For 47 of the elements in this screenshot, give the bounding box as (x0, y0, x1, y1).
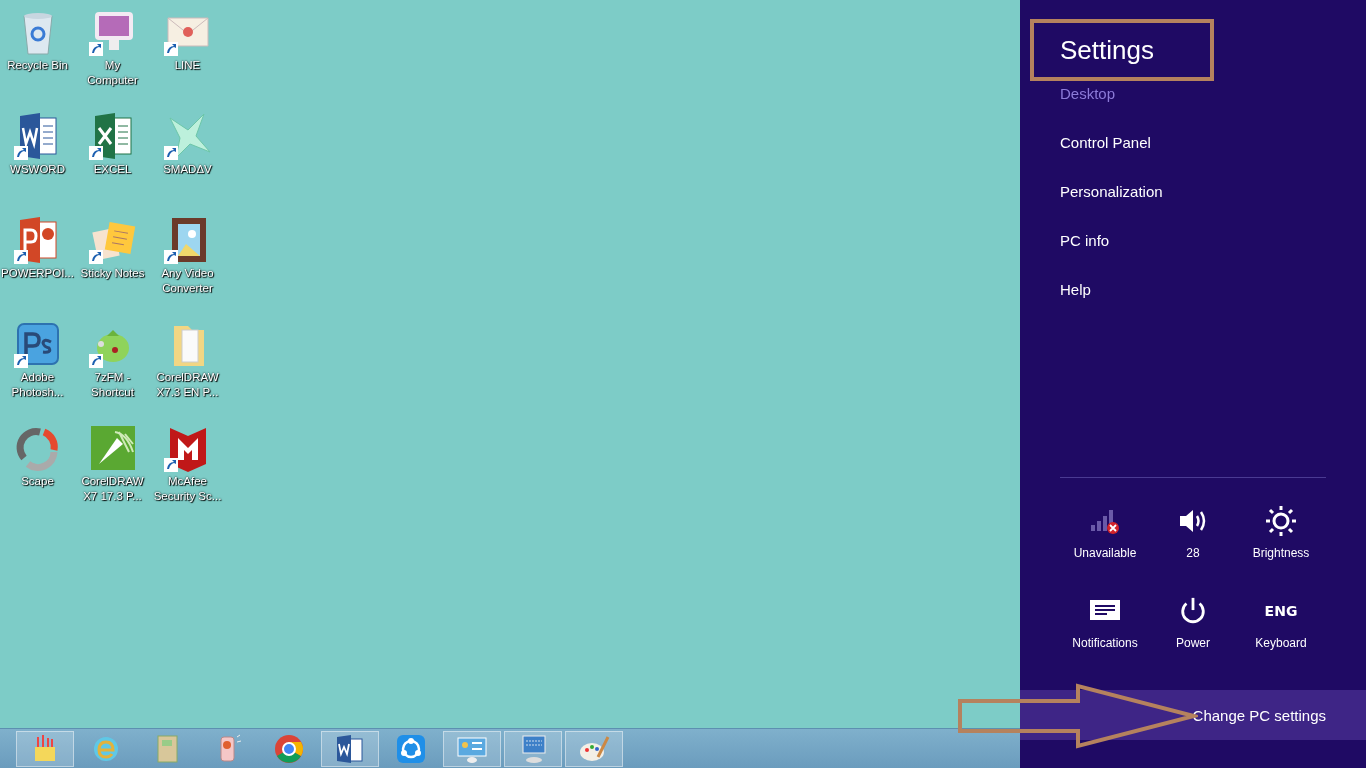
icon-label[interactable]: POWERPOI... (1, 266, 74, 281)
icon-label[interactable]: My Computer (87, 58, 138, 88)
icon-label[interactable]: Scape (21, 474, 54, 489)
tile-label: Notifications (1072, 636, 1138, 650)
change-settings-link[interactable]: Change PC settings (1020, 690, 1366, 740)
icon-label[interactable]: WSWORD (10, 162, 65, 177)
panel-subtitle: Desktop (1060, 85, 1117, 102)
panel-title: Settings (1060, 34, 1154, 66)
menu-item[interactable]: Control Panel (1060, 134, 1366, 151)
message-icon (1090, 600, 1120, 622)
menu-item[interactable]: PC info (1060, 232, 1366, 249)
star-icon[interactable] (163, 112, 212, 160)
tile-label: Unavailable (1073, 546, 1137, 560)
pen-nib-icon[interactable] (88, 424, 137, 472)
language-indicator: ENG (1264, 603, 1298, 619)
icon-label[interactable]: SMADΔV (163, 162, 212, 177)
quick-setting-tile[interactable]: Power (1149, 594, 1237, 684)
tile-label: Power (1176, 636, 1210, 650)
icon-label[interactable]: 7zFM - Shortcut (91, 370, 134, 400)
photoshop-icon[interactable] (13, 320, 62, 368)
quick-setting-tile[interactable]: ENG Keyboard (1237, 594, 1325, 684)
quick-setting-tile[interactable]: Unavailable (1061, 504, 1149, 594)
tile-label: Brightness (1252, 546, 1310, 560)
icon-label[interactable]: Sticky Notes (80, 266, 145, 281)
menu-item[interactable]: Personalization (1060, 183, 1366, 200)
quick-setting-tile[interactable]: Brightness (1237, 504, 1325, 594)
tile-label: 28 (1186, 546, 1200, 560)
taskbar-button[interactable] (504, 730, 562, 767)
icon-label[interactable]: LINE (174, 58, 201, 73)
tile-label: Keyboard (1255, 636, 1307, 650)
word-icon (334, 732, 366, 765)
brightness-icon (1265, 505, 1297, 537)
icon-label[interactable]: McAfee Security Sc... (153, 474, 222, 504)
signal-error-icon (1089, 507, 1121, 535)
chrome-icon (273, 732, 305, 765)
share-icon (395, 732, 427, 765)
quick-setting-tile[interactable]: Notifications (1061, 594, 1149, 684)
icon-label[interactable]: EXCEL (93, 162, 132, 177)
menu-item[interactable]: Help (1060, 281, 1366, 298)
icon-label[interactable]: CorelDRAW X7.3 EN P... (156, 370, 219, 400)
icon-label[interactable]: CorelDRAW X7 17.3 P... (81, 474, 144, 504)
icon-label[interactable]: Recycle Bin (7, 58, 68, 73)
taskbar-button[interactable] (321, 730, 379, 767)
icon-label[interactable]: Adobe Photosh... (11, 370, 64, 400)
power-icon (1178, 596, 1208, 626)
quick-setting-tile[interactable]: 28 (1149, 504, 1237, 594)
icon-label[interactable]: Any Video Converter (161, 266, 214, 296)
